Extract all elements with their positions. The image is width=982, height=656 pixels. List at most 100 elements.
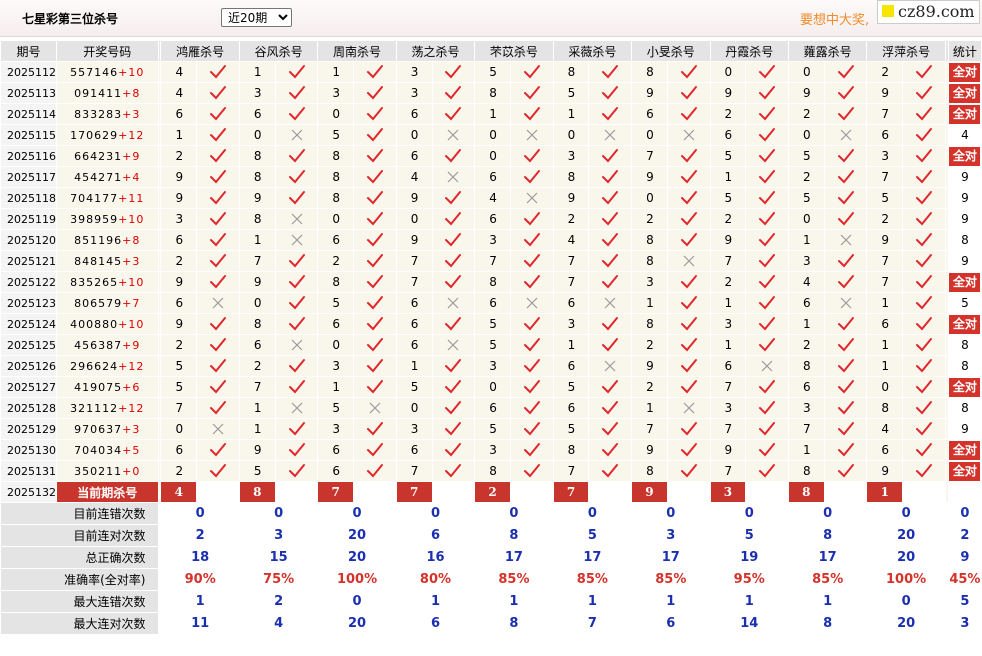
result-mark — [196, 355, 240, 377]
kill-value: 6 — [474, 208, 511, 230]
kill-value: 4 — [474, 187, 511, 209]
cross-icon — [526, 297, 538, 309]
cross-icon — [212, 423, 224, 435]
check-icon — [523, 254, 540, 268]
check-icon — [210, 275, 227, 289]
kill-value: 4 — [395, 166, 433, 188]
result-mark — [431, 103, 476, 125]
check-icon — [523, 275, 540, 289]
stats-value: 0 — [395, 502, 476, 525]
draw-sum: +7 — [122, 296, 141, 310]
kill-value: 5 — [395, 376, 433, 398]
current-kill-value: 9 — [631, 481, 668, 503]
all-correct-badge: 全对 — [949, 461, 981, 481]
result-mark — [196, 250, 240, 272]
draw-numbers: 296624+12 — [56, 355, 159, 377]
kill-value: 2 — [787, 103, 825, 125]
kill-value: 6 — [395, 439, 433, 461]
period-cell: 2025131 — [0, 460, 57, 482]
stat-cell: 8 — [947, 397, 982, 419]
result-mark — [353, 439, 397, 461]
kill-value: 9 — [552, 187, 590, 209]
result-mark — [274, 208, 319, 230]
result-mark — [745, 103, 789, 125]
kill-value: 7 — [395, 250, 433, 272]
check-icon — [837, 107, 854, 121]
draw-sum: +10 — [118, 212, 145, 226]
check-icon — [837, 317, 854, 331]
draw-digits: 704034 — [74, 443, 123, 457]
table-row: 2025118 704177+11 9 9 8 9 4 9 0 5 5 5 9 — [0, 187, 982, 209]
result-mark — [745, 460, 789, 482]
cross-icon — [369, 402, 381, 414]
result-mark — [902, 313, 946, 335]
kill-value: 9 — [238, 271, 276, 293]
kill-value: 7 — [238, 250, 276, 272]
kill-value: 3 — [474, 439, 511, 461]
all-correct-badge: 全对 — [949, 104, 981, 124]
result-mark — [902, 229, 946, 251]
kill-value: 8 — [866, 397, 904, 419]
stats-label: 准确率(全对率) — [0, 568, 159, 591]
draw-sum: +6 — [122, 380, 141, 394]
stats-value: 1 — [709, 590, 789, 613]
period-cell: 2025123 — [0, 292, 57, 314]
kill-value: 3 — [395, 418, 433, 440]
draw-sum: +9 — [122, 149, 141, 163]
stats-value: 20 — [317, 524, 397, 547]
kill-value: 6 — [317, 229, 355, 251]
cross-icon — [683, 402, 695, 414]
stat-cell: 全对 — [947, 145, 982, 167]
check-icon — [210, 464, 227, 478]
stats-total: 0 — [947, 502, 982, 525]
site-logo[interactable]: cz89.com — [877, 0, 980, 24]
result-mark — [431, 313, 476, 335]
check-icon — [837, 359, 854, 373]
result-mark — [666, 355, 711, 377]
table-row: 2025125 456387+9 2 6 0 6 5 1 2 1 2 1 8 — [0, 334, 982, 356]
kill-value: 3 — [709, 313, 747, 335]
kill-value: 6 — [395, 292, 433, 314]
table-row: 2025129 970637+3 0 1 3 3 5 5 7 7 7 4 9 — [0, 418, 982, 440]
result-mark — [745, 292, 789, 314]
result-mark — [902, 334, 946, 356]
kill-value: 2 — [160, 334, 198, 356]
check-icon — [445, 149, 462, 163]
result-mark — [745, 82, 789, 104]
check-icon — [210, 254, 227, 268]
period-cell: 2025117 — [0, 166, 57, 188]
check-icon — [916, 233, 932, 247]
result-mark — [666, 418, 711, 440]
all-correct-badge: 全对 — [949, 377, 981, 397]
result-mark — [588, 292, 633, 314]
result-mark — [353, 82, 397, 104]
kill-value: 7 — [866, 166, 904, 188]
all-correct-badge: 全对 — [949, 272, 981, 292]
result-mark — [823, 397, 868, 419]
kill-value: 2 — [709, 208, 747, 230]
table-row: 2025122 835265+10 9 9 8 7 8 7 3 2 4 7 全对 — [0, 271, 982, 293]
result-mark — [196, 124, 240, 146]
check-icon — [759, 317, 776, 331]
check-icon — [366, 443, 383, 457]
result-mark — [274, 334, 319, 356]
result-mark — [902, 460, 946, 482]
table-row: 2025119 398959+10 3 8 0 0 6 2 2 2 0 2 9 — [0, 208, 982, 230]
result-mark — [902, 187, 946, 209]
kill-value: 4 — [866, 418, 904, 440]
kill-value: 1 — [787, 313, 825, 335]
draw-numbers: 833283+3 — [56, 103, 159, 125]
kill-value: 3 — [317, 418, 355, 440]
check-icon — [602, 380, 619, 394]
result-mark — [666, 229, 711, 251]
check-icon — [366, 107, 383, 121]
result-mark — [902, 61, 946, 83]
stats-value: 6 — [395, 612, 476, 635]
check-icon — [916, 254, 932, 268]
kill-value: 8 — [631, 250, 668, 272]
kill-value: 9 — [160, 166, 198, 188]
check-icon — [288, 422, 305, 436]
kill-value: 3 — [395, 82, 433, 104]
period-select[interactable]: 近20期 — [221, 8, 292, 27]
kill-value: 0 — [474, 124, 511, 146]
